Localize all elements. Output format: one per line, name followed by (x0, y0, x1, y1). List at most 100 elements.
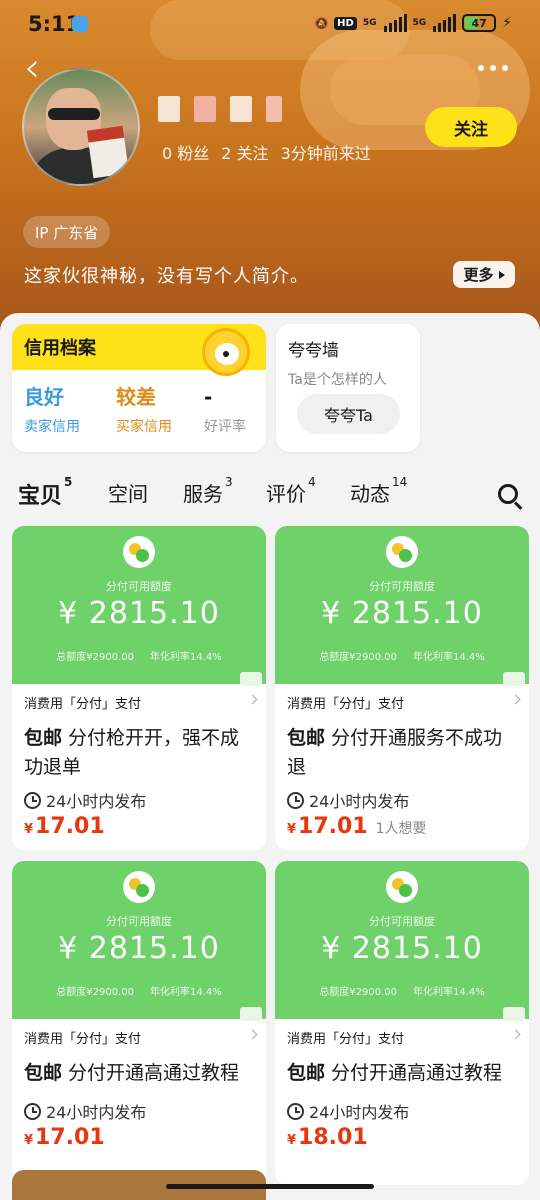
free-shipping-tag: 包邮 (24, 727, 63, 749)
price: 17.01 (35, 1125, 105, 1150)
credit-meta: 总额度¥2900.00 年化利率14.4% (12, 648, 266, 663)
price-row: ¥17.01 (24, 814, 113, 839)
hd-icon: HD (334, 16, 357, 30)
clock-icon (287, 1102, 304, 1120)
product-card[interactable]: 分付可用额度 ¥ 2815.10 总额度¥2900.00 年化利率14.4% 消费… (12, 526, 266, 850)
chevron-right-icon (510, 694, 521, 705)
product-image: 分付可用额度 ¥ 2815.10 总额度¥2900.00 年化利率14.4% (12, 526, 266, 686)
tab-services[interactable]: 服务 3 (183, 475, 233, 507)
fans-count[interactable]: 0 粉丝 (162, 140, 209, 164)
total-credit: 总额度¥2900.00 (319, 652, 397, 663)
sim1-label: 5G (362, 18, 377, 28)
chevron-right-icon (247, 1029, 258, 1040)
positive-rating-value: - (204, 385, 213, 409)
last-seen: 3分钟前来过 (280, 144, 371, 163)
currency-symbol: ¥ (24, 822, 34, 837)
credit-record-card[interactable]: 信用档案 良好 卖家信用 较差 买家信用 - 好评率 (12, 324, 266, 452)
free-shipping-tag: 包邮 (287, 727, 326, 749)
credit-meta: 总额度¥2900.00 年化利率14.4% (275, 648, 529, 663)
pay-logo-icon (123, 871, 155, 903)
tab-count: 4 (308, 475, 316, 489)
payment-caption[interactable]: 消费用「分付」支付 (12, 684, 266, 720)
price-row: ¥18.01 (287, 1125, 376, 1150)
tab-activity[interactable]: 动态 14 (350, 475, 407, 507)
available-amount: ¥ 2815.10 (58, 931, 220, 966)
praise-wall-subtitle: Ta是个怎样的人 (288, 372, 387, 388)
total-credit: 总额度¥2900.00 (56, 652, 134, 663)
payment-caption-text: 消费用「分付」支付 (24, 696, 142, 712)
total-credit: 总额度¥2900.00 (56, 987, 134, 998)
product-title-text: 分付开通高通过教程 (331, 1062, 503, 1084)
mascot-icon (202, 328, 250, 376)
available-amount: ¥ 2815.10 (321, 931, 483, 966)
praise-wall-card[interactable]: 夸夸墙 Ta是个怎样的人 夸夸Ta (276, 324, 420, 452)
annual-rate: 年化利率14.4% (149, 652, 222, 663)
product-title-text: 分付开通高通过教程 (68, 1062, 240, 1084)
product-card[interactable]: 分付可用额度 ¥ 2815.10 总额度¥2900.00 年化利率14.4% 消费… (275, 861, 529, 1185)
search-icon[interactable] (498, 484, 524, 510)
annual-rate: 年化利率14.4% (412, 652, 485, 663)
praise-wall-title: 夸夸墙 (288, 341, 339, 361)
publish-time: 24小时内发布 (24, 788, 146, 812)
payment-caption[interactable]: 消费用「分付」支付 (275, 1019, 529, 1055)
sim2-label: 5G (412, 18, 427, 28)
publish-time-text: 24小时内发布 (46, 1103, 147, 1122)
product-card[interactable]: 分付可用额度 ¥ 2815.10 总额度¥2900.00 年化利率14.4% 消费… (275, 526, 529, 850)
pay-logo-icon (123, 536, 155, 568)
product-title: 包邮 分付开通高通过教程 (24, 1059, 258, 1088)
currency-symbol: ¥ (287, 822, 297, 837)
publish-time: 24小时内发布 (287, 788, 409, 812)
battery-level: 47 (471, 16, 487, 30)
total-credit: 总额度¥2900.00 (319, 987, 397, 998)
more-button-label: 更多 (463, 266, 494, 284)
status-indicators: 🔕 HD 5G 5G 47 ⚡ (314, 14, 512, 32)
available-label: 分付可用额度 (106, 580, 172, 593)
tab-items[interactable]: 宝贝5 (18, 475, 73, 510)
clock-icon (24, 791, 41, 809)
clock-icon (24, 1102, 41, 1120)
publish-time-text: 24小时内发布 (46, 792, 147, 811)
product-card[interactable]: 分付可用额度 ¥ 2815.10 总额度¥2900.00 年化利率14.4% 消费… (12, 861, 266, 1185)
free-shipping-tag: 包邮 (24, 1062, 63, 1084)
follow-button[interactable]: 关注 (425, 107, 517, 147)
username-blurred (158, 96, 282, 122)
more-button[interactable]: 更多 (453, 261, 515, 288)
payment-caption[interactable]: 消费用「分付」支付 (12, 1019, 266, 1055)
signal-icon (433, 14, 457, 32)
payment-caption[interactable]: 消费用「分付」支付 (275, 684, 529, 720)
signal-icon (383, 14, 407, 32)
available-amount: ¥ 2815.10 (58, 596, 220, 631)
currency-symbol: ¥ (24, 1133, 34, 1148)
tab-bar: 宝贝5 空间 服务 3 评价 4 动态 14 (0, 470, 540, 520)
product-title: 包邮 分付开通服务不成功退 (287, 724, 521, 782)
following-count[interactable]: 2 关注 (221, 140, 268, 164)
chevron-right-icon (247, 694, 258, 705)
price-row: ¥17.01 1人想要 (287, 814, 427, 839)
wants-count: 1人想要 (375, 821, 427, 837)
home-indicator[interactable] (166, 1184, 374, 1189)
pay-logo-icon (386, 536, 418, 568)
publish-time: 24小时内发布 (287, 1099, 409, 1123)
more-icon[interactable] (478, 58, 514, 78)
tab-reviews[interactable]: 评价 4 (266, 475, 316, 507)
tab-label: 宝贝 (18, 484, 63, 509)
payment-caption-text: 消费用「分付」支付 (287, 696, 405, 712)
pay-logo-icon (386, 871, 418, 903)
charging-icon: ⚡ (502, 15, 512, 31)
tab-label: 动态 (350, 482, 390, 506)
free-shipping-tag: 包邮 (287, 1062, 326, 1084)
tab-count: 5 (64, 475, 73, 489)
praise-button[interactable]: 夸夸Ta (297, 394, 400, 434)
product-title: 包邮 分付枪开开，强不成功退单 (24, 724, 258, 782)
ip-location-chip: IP 广东省 (23, 216, 111, 248)
avatar[interactable] (22, 68, 140, 186)
product-image: 分付可用额度 ¥ 2815.10 总额度¥2900.00 年化利率14.4% (275, 526, 529, 686)
tab-space[interactable]: 空间 (108, 478, 148, 507)
positive-rating-label: 好评率 (204, 419, 246, 435)
clock-icon (287, 791, 304, 809)
bio-text: 这家伙很神秘，没有写个人简介。 (24, 266, 309, 287)
available-amount: ¥ 2815.10 (321, 596, 483, 631)
positive-rating: - 好评率 (196, 382, 266, 436)
available-label: 分付可用额度 (369, 580, 435, 593)
payment-caption-text: 消费用「分付」支付 (287, 1031, 405, 1047)
